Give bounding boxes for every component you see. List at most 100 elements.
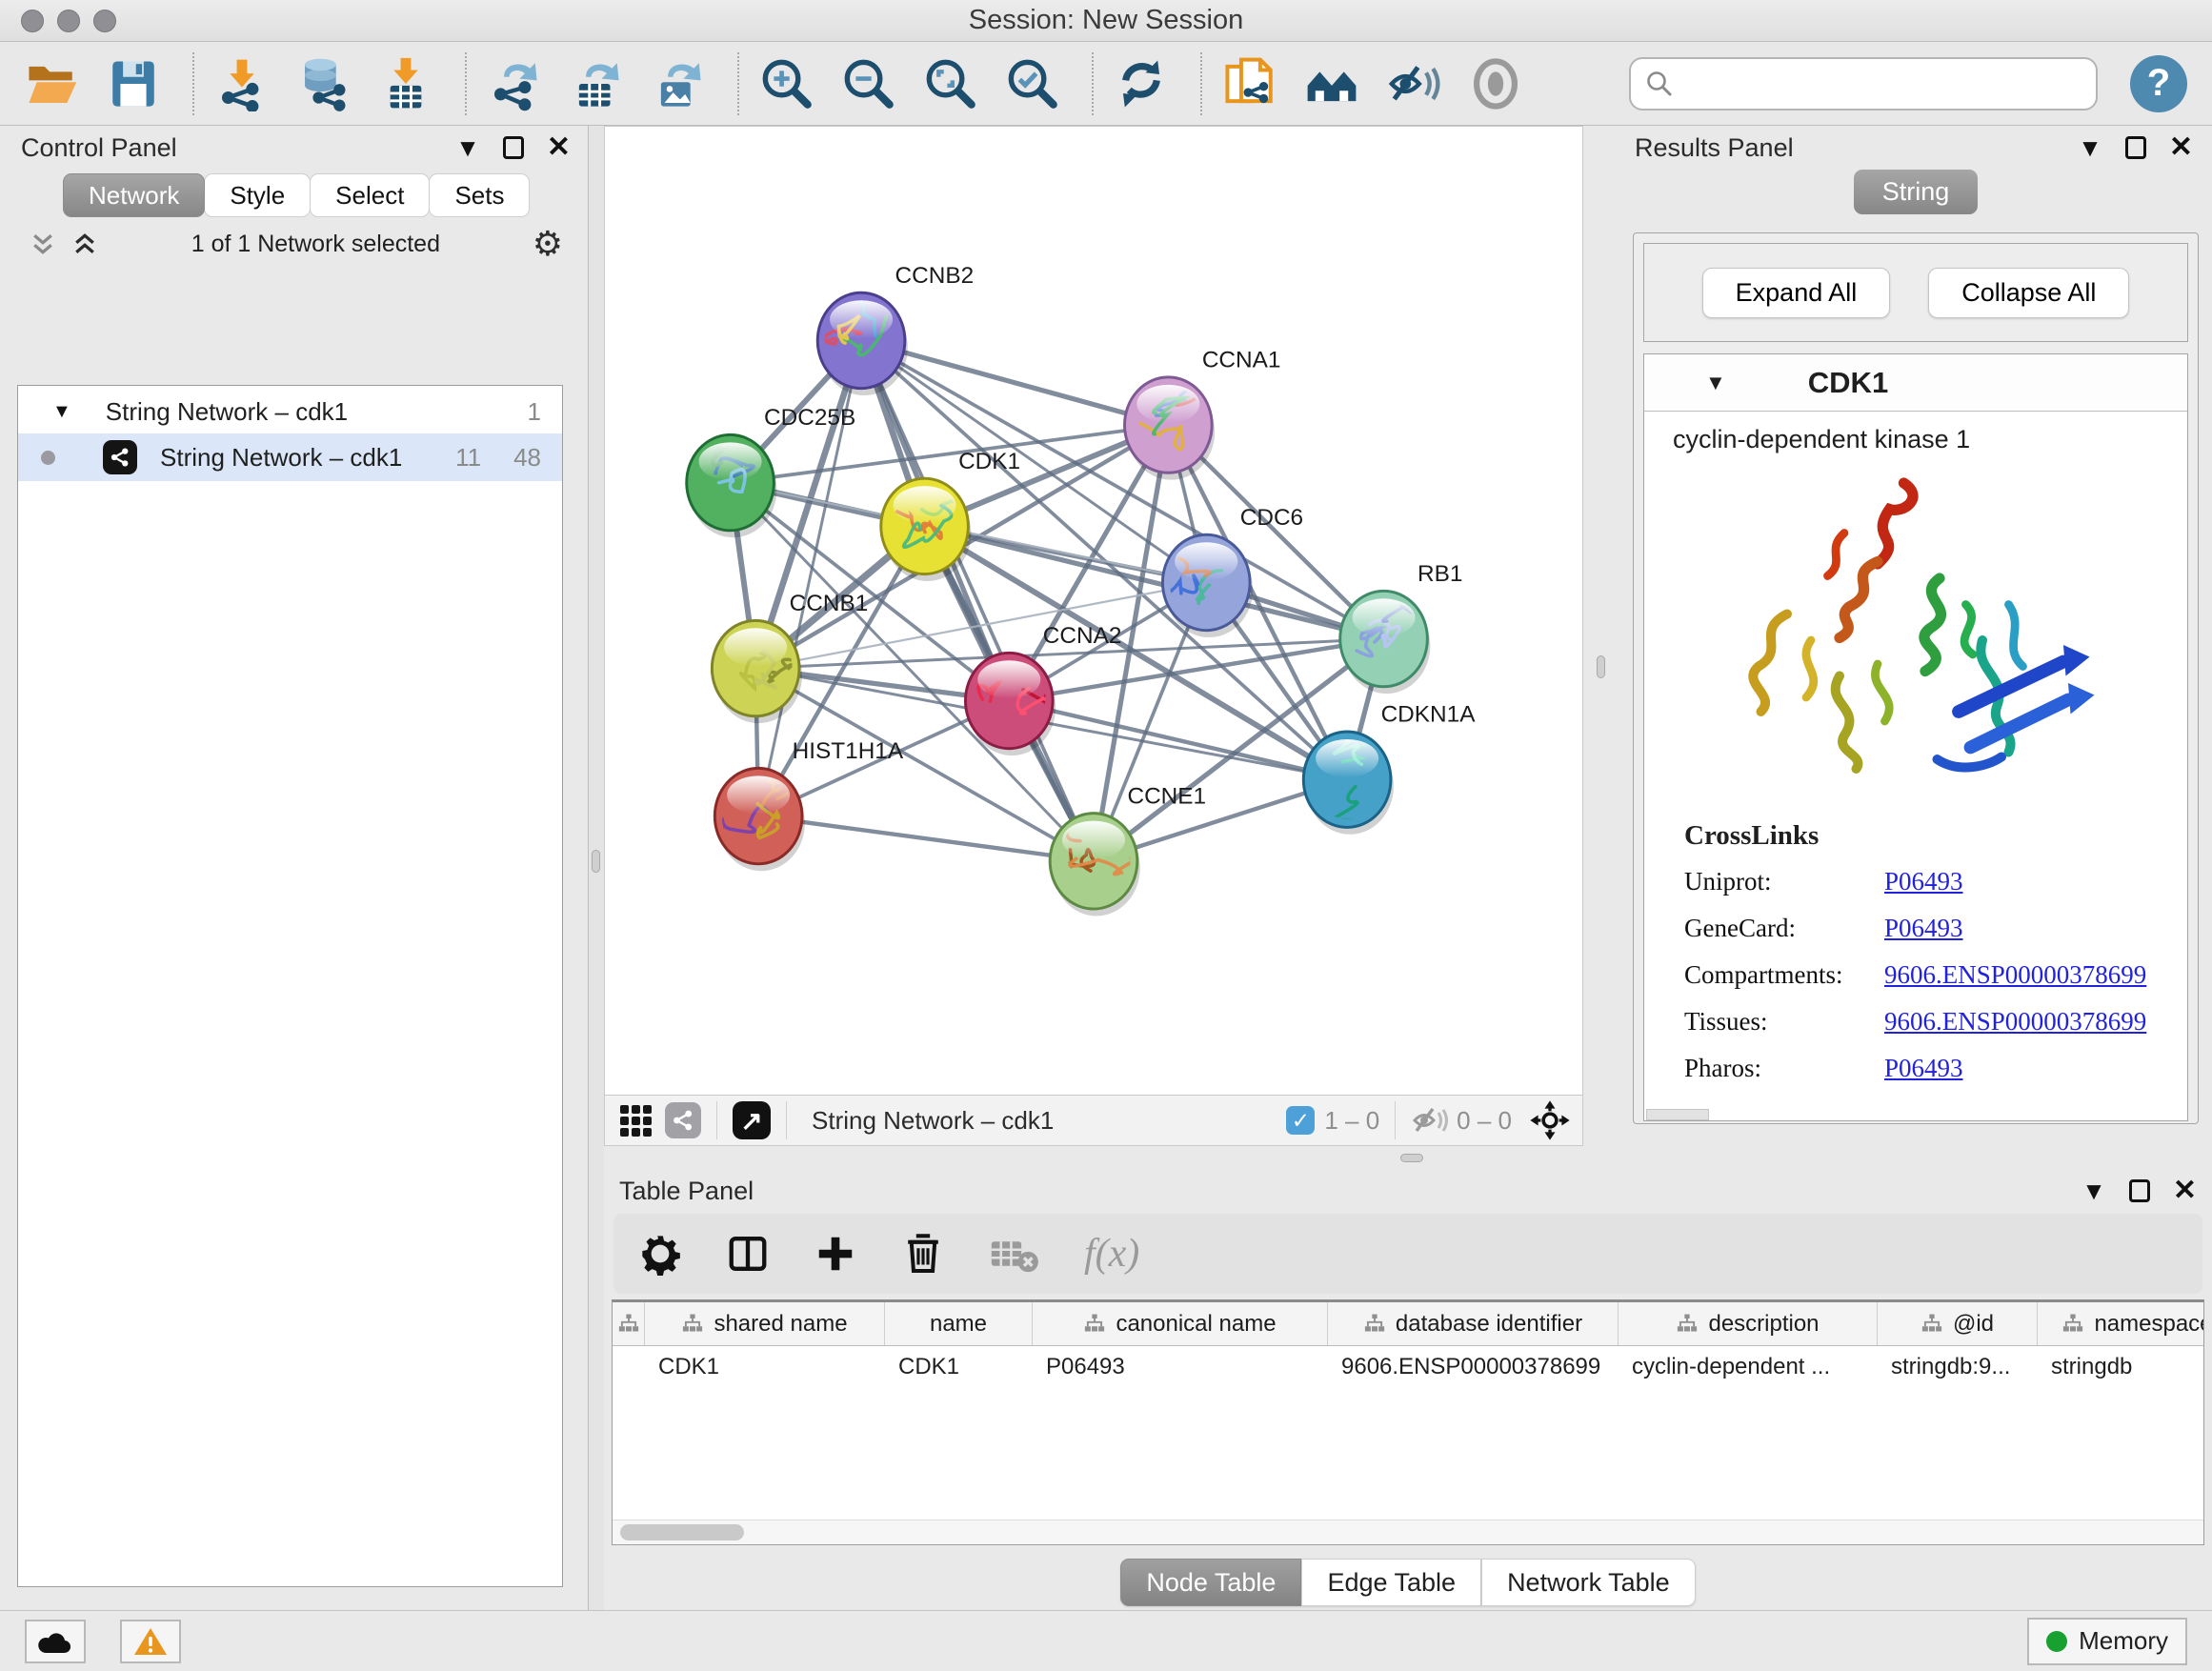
node-CCNB2[interactable]: CCNB2 (814, 263, 974, 395)
search-input[interactable] (1684, 69, 2082, 98)
cell-database-identifier[interactable]: 9606.ENSP00000378699 (1328, 1354, 1619, 1380)
control-panel-float-icon[interactable] (503, 136, 524, 159)
left-splitter-handle[interactable] (592, 850, 600, 873)
first-neighbors-button[interactable] (1301, 53, 1362, 114)
left-splitter[interactable] (589, 126, 604, 1610)
tab-edge-table[interactable]: Edge Table (1301, 1559, 1481, 1606)
node-CCNB1[interactable]: CCNB1 (712, 591, 868, 723)
save-session-button[interactable] (103, 53, 164, 114)
function-builder-icon[interactable]: f(x) (1084, 1231, 1139, 1277)
network-type-icon[interactable] (665, 1102, 701, 1138)
table-panel-collapse-icon[interactable]: ▼ (2081, 1178, 2106, 1203)
network-collection-row[interactable]: ▼ String Network – cdk1 1 (18, 390, 562, 433)
delete-column-icon[interactable] (901, 1232, 945, 1276)
birds-eye-view-icon[interactable]: ↗ (733, 1101, 771, 1139)
node-CCNE1[interactable]: CCNE1 (1050, 783, 1206, 916)
expand-all-button[interactable]: Expand All (1702, 268, 1891, 318)
selected-checkbox-icon[interactable]: ✓ (1286, 1106, 1315, 1135)
results-scrollbar-thumb[interactable] (1646, 1109, 1709, 1120)
edge-CCNA2-CDKN1A[interactable] (1009, 701, 1347, 780)
zoom-out-button[interactable] (838, 53, 899, 114)
zoom-fit-button[interactable] (920, 53, 981, 114)
network-options-gear-icon[interactable]: ⚙ (533, 224, 563, 264)
zoom-in-button[interactable] (756, 53, 817, 114)
column-header-canonical-name[interactable]: canonical name (1033, 1302, 1328, 1345)
hide-selected-button[interactable] (1383, 53, 1444, 114)
crosslink-tissues[interactable]: 9606.ENSP00000378699 (1884, 1007, 2146, 1037)
edge-HIST1H1A-CCNE1[interactable] (758, 816, 1094, 861)
crosslink-compartments[interactable]: 9606.ENSP00000378699 (1884, 960, 2146, 990)
tab-sets[interactable]: Sets (429, 173, 530, 217)
node-CCNA1[interactable]: CCNA1 (1125, 348, 1281, 480)
column-header-namespace[interactable]: namespace (2038, 1302, 2204, 1345)
open-session-button[interactable] (21, 53, 82, 114)
cell-description[interactable]: cyclin-dependent ... (1619, 1354, 1878, 1380)
node-RB1[interactable]: RB1 (1340, 561, 1463, 694)
crosslink-uniprot[interactable]: P06493 (1884, 867, 1963, 896)
table-settings-gear-icon[interactable] (638, 1232, 682, 1276)
cell-canonical-name[interactable]: P06493 (1033, 1354, 1328, 1380)
network-canvas[interactable]: CCNB2CCNA1CDC25BCDK1CDC6RB1CCNB1CCNA2CDK… (604, 126, 1583, 1095)
import-table-button[interactable] (375, 53, 436, 114)
control-panel-close-icon[interactable]: ✕ (547, 133, 571, 162)
import-network-file-button[interactable] (211, 53, 272, 114)
network-row-selected[interactable]: String Network – cdk1 11 48 (18, 433, 562, 481)
collapse-all-icon[interactable] (29, 230, 57, 258)
edge-CCNB2-CCNE1[interactable] (861, 340, 1094, 860)
crosslink-genecard[interactable]: P06493 (1884, 914, 1963, 943)
refresh-button[interactable] (1111, 53, 1172, 114)
collection-expander-icon[interactable]: ▼ (52, 401, 71, 423)
horizontal-splitter[interactable] (604, 1146, 2212, 1170)
help-button[interactable]: ? (2130, 55, 2187, 112)
export-network-button[interactable] (484, 53, 545, 114)
node-HIST1H1A[interactable]: HIST1H1A (714, 738, 904, 871)
node-CCNA2[interactable]: CCNA2 (965, 623, 1121, 755)
cell-shared-name[interactable]: CDK1 (645, 1354, 885, 1380)
zoom-selected-button[interactable] (1002, 53, 1063, 114)
results-panel-float-icon[interactable] (2125, 136, 2146, 159)
tab-network-table[interactable]: Network Table (1481, 1559, 1696, 1606)
memory-button[interactable]: Memory (2027, 1618, 2187, 1665)
results-panel-collapse-icon[interactable]: ▼ (2078, 135, 2102, 160)
duplicate-network-button[interactable] (1219, 53, 1280, 114)
cloud-status-button[interactable] (25, 1620, 86, 1663)
control-panel-collapse-icon[interactable]: ▼ (455, 135, 480, 160)
show-column-panel-icon[interactable] (726, 1232, 770, 1276)
results-panel-close-icon[interactable]: ✕ (2169, 133, 2193, 162)
table-panel-close-icon[interactable]: ✕ (2173, 1177, 2197, 1205)
collapse-all-button[interactable]: Collapse All (1928, 268, 2129, 318)
grid-view-icon[interactable] (620, 1105, 652, 1137)
tab-select[interactable]: Select (310, 173, 430, 217)
cell-namespace[interactable]: stringdb (2038, 1354, 2204, 1380)
table-row[interactable]: CDK1 CDK1 P06493 9606.ENSP00000378699 cy… (613, 1346, 2203, 1388)
column-header-description[interactable]: description (1619, 1302, 1878, 1345)
warnings-button[interactable] (120, 1620, 181, 1663)
node-CDKN1A[interactable]: CDKN1A (1303, 702, 1476, 835)
tab-style[interactable]: Style (204, 173, 311, 217)
table-scrollbar-thumb[interactable] (620, 1524, 744, 1540)
show-graphics-details-button[interactable] (1465, 53, 1526, 114)
cell-name[interactable]: CDK1 (885, 1354, 1033, 1380)
expand-all-icon[interactable] (70, 230, 99, 258)
edge-CDK1-RB1[interactable] (925, 526, 1384, 638)
right-splitter-handle[interactable] (1597, 655, 1605, 678)
column-header-shared-name[interactable]: shared name (645, 1302, 885, 1345)
add-column-icon[interactable] (814, 1232, 857, 1276)
horizontal-splitter-handle[interactable] (1400, 1154, 1423, 1162)
table-horizontal-scrollbar[interactable] (613, 1520, 2203, 1544)
table-panel-float-icon[interactable] (2129, 1179, 2150, 1202)
tab-string-results[interactable]: String (1854, 170, 1979, 214)
network-graph[interactable]: CCNB2CCNA1CDC25BCDK1CDC6RB1CCNB1CCNA2CDK… (605, 127, 1582, 1095)
crosslink-pharos[interactable]: P06493 (1884, 1054, 1963, 1083)
right-splitter[interactable] (1583, 126, 1619, 1146)
column-header-database-identifier[interactable]: database identifier (1328, 1302, 1619, 1345)
column-header-name[interactable]: name (885, 1302, 1033, 1345)
center-view-icon[interactable] (1529, 1099, 1571, 1141)
cell-at-id[interactable]: stringdb:9... (1878, 1354, 2038, 1380)
delete-table-icon[interactable] (989, 1232, 1040, 1276)
tab-network[interactable]: Network (63, 173, 205, 217)
column-header-at-id[interactable]: @id (1878, 1302, 2038, 1345)
export-table-button[interactable] (566, 53, 627, 114)
protein-expander-icon[interactable]: ▼ (1705, 371, 1726, 395)
node-CDC6[interactable]: CDC6 (1158, 505, 1303, 637)
